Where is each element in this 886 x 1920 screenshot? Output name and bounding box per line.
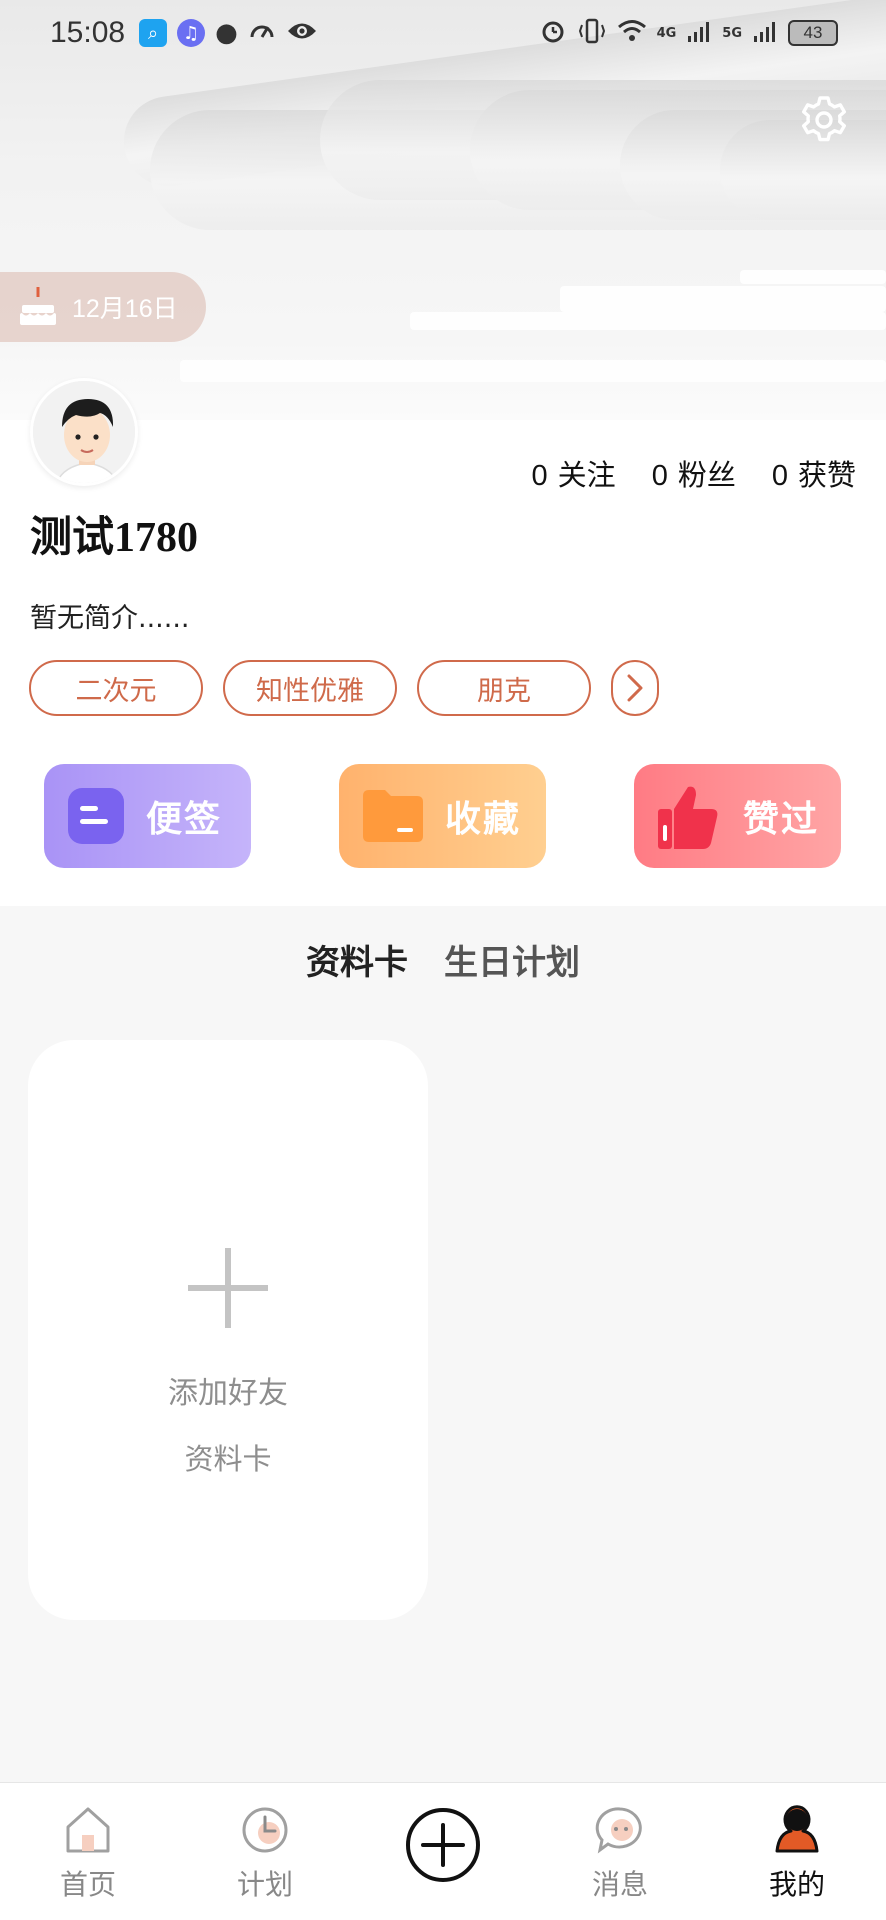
stat-followers[interactable]: 0 粉丝 <box>652 452 736 494</box>
nav-messages[interactable]: 消息 <box>570 1805 670 1903</box>
user-icon <box>775 1805 819 1853</box>
stat-followers-label: 粉丝 <box>677 460 736 492</box>
note-icon <box>68 788 124 844</box>
bio-text: 暂无简介...... <box>30 603 190 634</box>
add-friend-subtitle: 资料卡 <box>184 1442 272 1476</box>
stat-likes-label: 获赞 <box>797 460 856 492</box>
chevron-right-icon <box>627 674 643 702</box>
eye-icon <box>286 20 318 46</box>
nav-messages-label: 消息 <box>591 1868 648 1901</box>
favorites-label: 收藏 <box>445 799 522 840</box>
notes-button[interactable]: 便签 <box>44 764 251 868</box>
home-icon <box>66 1807 110 1853</box>
status-time: 15:08 <box>50 16 126 49</box>
folder-icon <box>363 790 423 842</box>
birthday-badge: 12月16日 <box>0 272 206 342</box>
nav-home-label: 首页 <box>59 1868 116 1901</box>
nav-home[interactable]: 首页 <box>38 1805 138 1903</box>
bottom-nav: 首页 计划 消息 我的 <box>0 1782 886 1920</box>
wifi-icon <box>617 18 647 49</box>
add-friend-title: 添加好友 <box>168 1376 288 1411</box>
stat-likes-count: 0 <box>771 460 788 492</box>
tag-item[interactable]: 二次元 <box>29 660 203 716</box>
network-4g-label: 4G <box>656 25 677 41</box>
quick-actions: 便签 收藏 赞过 <box>44 764 841 868</box>
signal-icon <box>686 18 712 49</box>
nav-me[interactable]: 我的 <box>747 1805 847 1903</box>
battery-indicator: 43 <box>788 20 838 46</box>
cake-icon <box>20 287 56 325</box>
plus-icon <box>188 1248 268 1328</box>
birthday-date: 12月16日 <box>72 295 178 323</box>
stat-following-label: 关注 <box>557 460 616 492</box>
alarm-icon <box>539 17 567 50</box>
network-5g-label: 5G <box>722 25 742 41</box>
content-tabs: 资料卡 生日计划 <box>0 935 886 984</box>
profile-screen: 15:08 ⌕ ♫ ● 4G 5G 43 12月16日 0 关注 0 粉丝 0 … <box>0 0 886 1920</box>
nav-plan[interactable]: 计划 <box>215 1805 315 1903</box>
stat-following[interactable]: 0 关注 <box>532 452 616 494</box>
chat-icon: ● <box>215 18 238 48</box>
profile-stats: 0 关注 0 粉丝 0 获赞 <box>532 452 856 494</box>
tag-list: 二次元 知性优雅 朋克 <box>29 660 659 716</box>
search-app-icon: ⌕ <box>139 19 168 47</box>
nickname: 测试1780 <box>30 515 199 561</box>
message-icon <box>595 1807 642 1854</box>
status-bar: 15:08 ⌕ ♫ ● 4G 5G 43 <box>0 0 886 66</box>
tag-item[interactable]: 知性优雅 <box>223 660 397 716</box>
nav-me-label: 我的 <box>768 1868 825 1901</box>
music-app-icon: ♫ <box>177 19 206 47</box>
plus-circle-icon <box>406 1808 480 1882</box>
settings-button[interactable] <box>796 92 852 148</box>
liked-label: 赞过 <box>742 799 819 840</box>
clock-icon <box>242 1807 288 1853</box>
gear-icon <box>802 96 846 142</box>
vibrate-icon <box>577 17 607 50</box>
notes-label: 便签 <box>146 799 223 840</box>
tag-item[interactable]: 朋克 <box>417 660 591 716</box>
liked-button[interactable]: 赞过 <box>634 764 841 868</box>
stat-following-count: 0 <box>531 460 548 492</box>
stat-likes[interactable]: 0 获赞 <box>772 452 856 494</box>
stat-followers-count: 0 <box>651 460 668 492</box>
thumbs-up-icon <box>658 786 718 849</box>
tab-birthday-plans[interactable]: 生日计划 <box>444 935 580 984</box>
favorites-button[interactable]: 收藏 <box>339 764 546 868</box>
avatar[interactable] <box>30 378 138 486</box>
signal-icon-2 <box>752 18 778 49</box>
speed-icon <box>248 17 276 49</box>
nav-plan-label: 计划 <box>236 1868 293 1901</box>
add-friend-card[interactable]: 添加好友 资料卡 <box>28 1040 428 1620</box>
tags-more-button[interactable] <box>611 660 659 716</box>
nav-create-button[interactable] <box>405 1807 481 1883</box>
tab-profile-cards[interactable]: 资料卡 <box>306 935 408 984</box>
